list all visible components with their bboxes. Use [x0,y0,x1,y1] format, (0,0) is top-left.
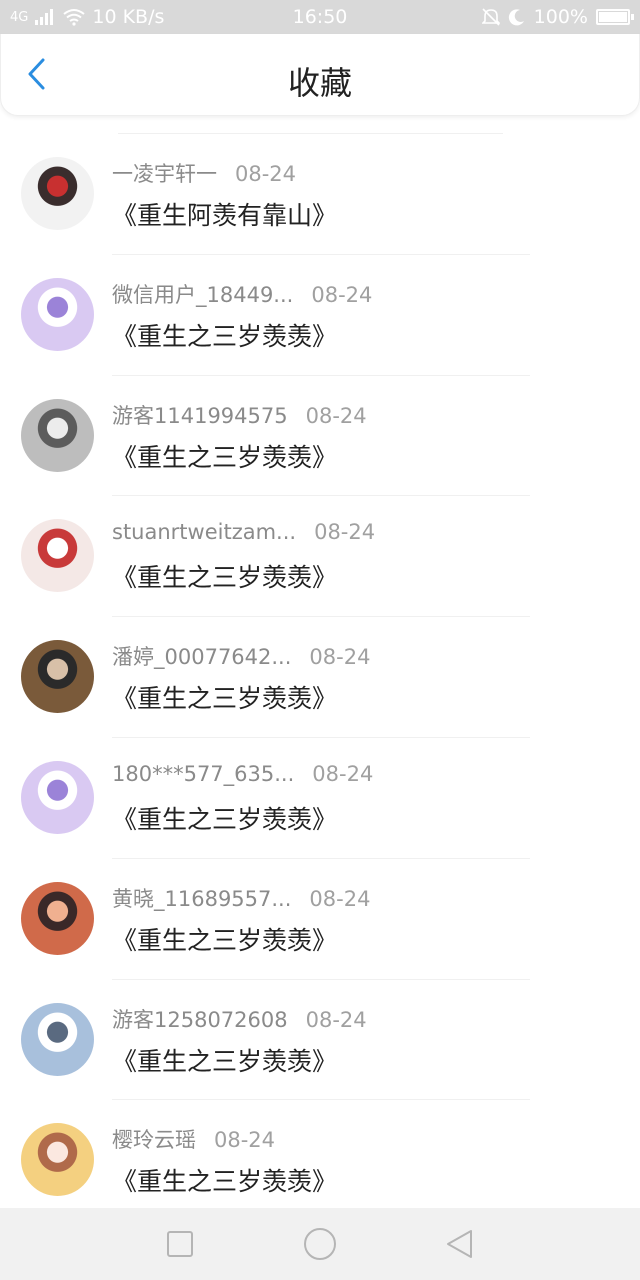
recent-apps-button[interactable] [155,1219,205,1269]
username: 潘婷_00077642... [112,645,292,670]
item-meta: stuanrtweitzam... 08-24 [112,520,375,544]
date: 08-24 [235,162,297,186]
list-item[interactable]: 黄晓_11689557... 08-24 《重生之三岁羡羡》 [0,859,640,980]
avatar[interactable] [21,760,94,834]
avatar[interactable] [21,157,94,230]
moon-icon [508,9,524,26]
list-item[interactable]: 游客1141994575 08-24 《重生之三岁羡羡》 [0,376,640,497]
navigation-bar [0,1208,640,1280]
username: 一凌宇轩一 [112,162,217,186]
list-item[interactable]: 樱玲云瑶 08-24 《重生之三岁羡羡》 [0,1100,640,1222]
battery-percent: 100% [533,6,588,28]
list-item[interactable]: 游客1258072608 08-24 《重生之三岁羡羡》 [0,980,640,1101]
date: 08-24 [214,1128,276,1153]
list-item[interactable]: 一凌宇轩一 08-24 《重生阿羡有靠山》 [0,134,640,255]
avatar[interactable] [21,519,94,593]
home-button[interactable] [295,1219,345,1269]
book-title[interactable]: 《重生之三岁羡羡》 [112,558,337,594]
book-title[interactable]: 《重生之三岁羡羡》 [112,679,337,715]
item-meta: 黄晓_11689557... 08-24 [112,883,370,913]
date: 08-24 [314,520,376,545]
avatar[interactable] [21,277,94,351]
username: 黄晓_11689557... [112,886,292,911]
battery-icon [596,9,634,25]
book-title[interactable]: 《重生阿羡有靠山》 [112,196,337,232]
book-title[interactable]: 《重生之三岁羡羡》 [112,438,337,474]
book-title[interactable]: 《重生之三岁羡羡》 [112,317,337,353]
avatar[interactable] [21,1002,94,1076]
username: 樱玲云瑶 [112,1128,196,1153]
mute-bell-icon [481,8,500,26]
item-meta: 游客1258072608 08-24 [112,1004,367,1034]
date: 08-24 [305,403,367,428]
signal-icon: 4G [10,9,29,25]
avatar[interactable] [21,640,94,714]
username: 180***577_635... [112,761,295,786]
status-bar: 4G 10 KB/s 16:50 100% [0,0,640,34]
header: 收藏 [0,34,640,116]
circle-icon [304,1228,336,1260]
date: 08-24 [309,886,371,911]
square-icon [167,1231,193,1257]
signal-bars-icon [35,9,54,25]
username: 游客1258072608 [112,1007,288,1032]
list-item[interactable]: 180***577_635... 08-24 《重生之三岁羡羡》 [0,738,640,859]
book-title[interactable]: 《重生之三岁羡羡》 [112,800,337,836]
triangle-back-icon [447,1230,472,1258]
avatar[interactable] [21,1123,94,1197]
date: 08-24 [311,282,373,307]
favorites-list: 一凌宇轩一 08-24 《重生阿羡有靠山》微信用户_18449... 08-24 《重生… [0,134,640,1222]
network-speed: 10 KB/s [92,6,165,28]
page-title: 收藏 [287,64,352,102]
item-meta: 180***577_635... 08-24 [112,762,373,786]
username: 游客1141994575 [112,403,288,428]
avatar[interactable] [21,881,94,955]
list-item[interactable]: stuanrtweitzam... 08-24 《重生之三岁羡羡》 [0,496,640,618]
book-title[interactable]: 《重生之三岁羡羡》 [112,1042,337,1078]
item-meta: 游客1141994575 08-24 [112,400,367,430]
wifi-icon [63,9,85,26]
list-item[interactable]: 微信用户_18449... 08-24 《重生之三岁羡羡》 [0,255,640,376]
list-item[interactable]: 潘婷_00077642... 08-24 《重生之三岁羡羡》 [0,617,640,738]
item-meta: 一凌宇轩一 08-24 [112,158,296,188]
item-meta: 樱玲云瑶 08-24 [112,1124,275,1154]
date: 08-24 [305,1007,367,1032]
date: 08-24 [309,645,371,670]
date: 08-24 [312,761,374,786]
book-title[interactable]: 《重生之三岁羡羡》 [112,1162,337,1198]
username: 微信用户_18449... [112,282,294,307]
avatar[interactable] [21,398,94,472]
item-meta: 潘婷_00077642... 08-24 [112,641,370,671]
item-meta: 微信用户_18449... 08-24 [112,279,372,309]
book-title[interactable]: 《重生之三岁羡羡》 [112,921,337,957]
username: stuanrtweitzam... [112,520,297,545]
system-back-button[interactable] [435,1219,485,1269]
